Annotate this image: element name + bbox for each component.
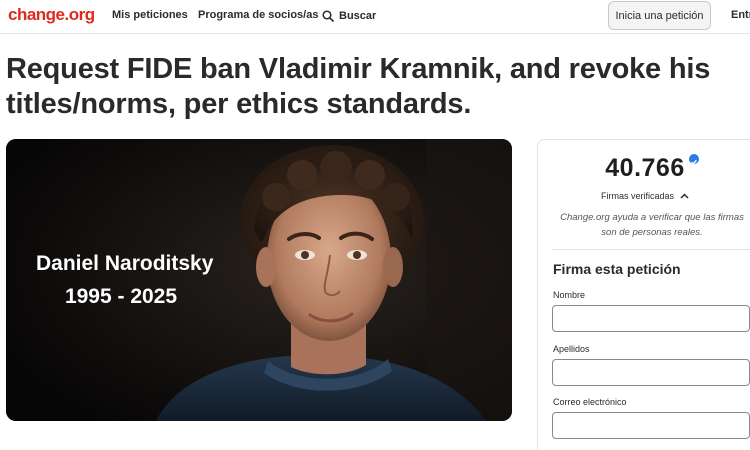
sign-form-title: Firma esta petición xyxy=(553,261,681,277)
change-org-logo[interactable]: change.org xyxy=(8,5,95,25)
search-label: Buscar xyxy=(339,10,377,22)
partners-program-link[interactable]: Programa de socios/as xyxy=(198,9,318,21)
start-petition-button[interactable]: Inicia una petición xyxy=(608,1,711,30)
email-field[interactable] xyxy=(552,412,750,439)
verified-signatures-label: Firmas verificadas xyxy=(600,191,674,201)
last-name-field[interactable] xyxy=(552,359,750,386)
panel-divider xyxy=(552,249,750,250)
verified-signatures-toggle[interactable]: Firmas verificadas xyxy=(538,191,750,201)
signature-panel: 40.766 Firmas verificadas Change.org ayu… xyxy=(537,139,750,450)
first-name-field[interactable] xyxy=(552,305,750,332)
last-name-label: Apellidos xyxy=(553,344,590,354)
search-icon xyxy=(322,10,334,22)
login-link[interactable]: Entr xyxy=(731,9,750,21)
verified-check-icon xyxy=(689,154,699,165)
petition-image: Daniel Naroditsky 1995 - 2025 xyxy=(6,139,512,421)
verification-help-text: Change.org ayuda a verificar que las fir… xyxy=(560,212,744,238)
email-label: Correo electrónico xyxy=(553,397,627,407)
my-petitions-link[interactable]: Mis peticiones xyxy=(112,9,188,21)
petition-title: Request FIDE ban Vladimir Kramnik, and r… xyxy=(6,53,711,120)
chevron-up-icon xyxy=(680,193,689,199)
search-button[interactable]: Buscar xyxy=(322,7,376,25)
signature-count: 40.766 xyxy=(605,154,685,182)
first-name-label: Nombre xyxy=(553,290,586,300)
portrait-illustration xyxy=(6,139,512,421)
top-navigation: change.org Mis peticiones Programa de so… xyxy=(0,0,750,34)
